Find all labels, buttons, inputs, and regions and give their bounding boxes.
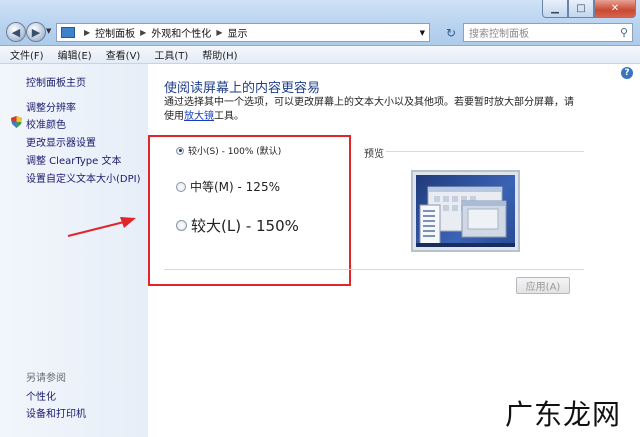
refresh-icon[interactable]: ↻ — [442, 24, 460, 41]
menu-edit[interactable]: 编辑(E) — [58, 47, 92, 62]
see-also-personalize[interactable]: 个性化 — [26, 388, 56, 403]
breadcrumb-item-display[interactable]: 显示 — [227, 25, 247, 40]
preview-label: 预览 — [364, 149, 384, 160]
forward-arrow-icon: ▶ — [31, 25, 41, 39]
description-end: 工具。 — [214, 111, 244, 122]
magnifier-link[interactable]: 放大镜 — [184, 111, 214, 122]
preview-screen — [416, 175, 515, 247]
search-placeholder: 搜索控制面板 — [469, 29, 529, 40]
sidebar-item-resolution[interactable]: 调整分辨率 — [26, 99, 76, 114]
title-bar: ▁ □ ✕ ◀ ▶ ▼ ▶ 控制面板 ▶ 外观和个性化 ▶ 显示 ▼ ↻ 搜索控… — [0, 0, 640, 46]
breadcrumb-separator-icon: ▶ — [216, 28, 223, 37]
red-arrow-icon — [67, 217, 136, 237]
address-bar[interactable]: ▶ 控制面板 ▶ 外观和个性化 ▶ 显示 ▼ — [56, 23, 430, 42]
shield-icon — [11, 116, 22, 128]
minimize-button[interactable]: ▁ — [542, 0, 568, 18]
breadcrumb-separator-icon: ▶ — [84, 28, 91, 37]
menu-file[interactable]: 文件(F) — [10, 47, 44, 62]
back-arrow-icon: ◀ — [11, 25, 21, 39]
breadcrumb-item-control-panel[interactable]: 控制面板 — [95, 25, 135, 40]
sidebar-item-calibrate[interactable]: 校准颜色 — [26, 116, 66, 131]
sidebar-item-display-settings[interactable]: 更改显示器设置 — [26, 134, 96, 149]
page-title: 使阅读屏幕上的内容更容易 — [164, 81, 321, 96]
sidebar-item-dpi[interactable]: 设置自定义文本大小(DPI) — [26, 170, 140, 185]
page-description: 通过选择其中一个选项，可以更改屏幕上的文本大小以及其他项。若要暂时放大部分屏幕，… — [164, 96, 574, 124]
control-panel-icon — [61, 27, 75, 38]
back-button[interactable]: ◀ — [6, 22, 26, 42]
close-button[interactable]: ✕ — [594, 0, 636, 18]
forward-button[interactable]: ▶ — [26, 22, 46, 42]
highlight-box — [148, 135, 351, 286]
sidebar — [0, 64, 148, 437]
address-dropdown-icon[interactable]: ▼ — [420, 29, 425, 37]
breadcrumb-item-appearance[interactable]: 外观和个性化 — [151, 25, 211, 40]
history-dropdown-icon[interactable]: ▼ — [46, 27, 51, 35]
divider — [164, 269, 584, 270]
see-also-devices-printers[interactable]: 设备和打印机 — [26, 405, 86, 420]
menu-help[interactable]: 帮助(H) — [202, 47, 237, 62]
watermark-text: 广东龙网 — [505, 398, 622, 431]
preview-divider — [386, 151, 584, 152]
maximize-button[interactable]: □ — [568, 0, 594, 18]
breadcrumb-separator-icon: ▶ — [140, 28, 147, 37]
preview-windows-icon — [416, 186, 515, 247]
preview-monitor — [411, 170, 520, 252]
window-controls: ▁ □ ✕ — [542, 0, 636, 18]
apply-button[interactable]: 应用(A) — [516, 277, 570, 294]
menu-view[interactable]: 查看(V) — [106, 47, 141, 62]
search-icon[interactable]: ⚲ — [620, 26, 628, 39]
sidebar-item-cleartype[interactable]: 调整 ClearType 文本 — [26, 152, 121, 167]
help-icon[interactable]: ? — [621, 67, 633, 79]
menu-tools[interactable]: 工具(T) — [154, 47, 188, 62]
sidebar-item-home[interactable]: 控制面板主页 — [26, 74, 86, 89]
see-also-title: 另请参阅 — [26, 373, 66, 384]
menu-bar: 文件(F) 编辑(E) 查看(V) 工具(T) 帮助(H) — [0, 46, 640, 64]
search-input[interactable]: 搜索控制面板 ⚲ — [463, 23, 633, 42]
